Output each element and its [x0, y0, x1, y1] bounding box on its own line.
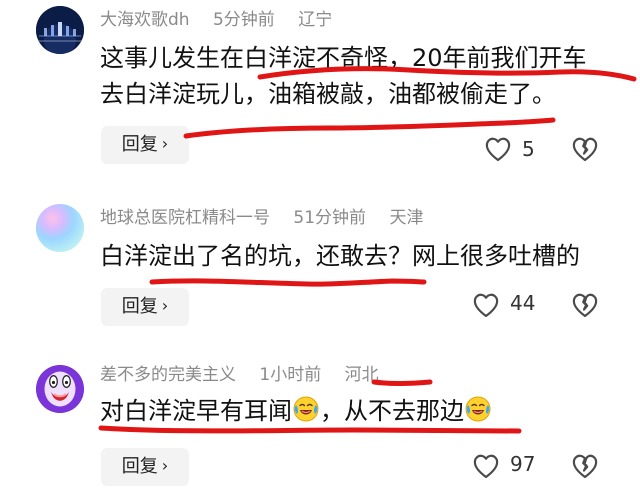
- username[interactable]: 差不多的完美主义: [100, 365, 236, 385]
- location: 河北: [344, 365, 379, 385]
- heart-outline-icon[interactable]: [482, 133, 514, 165]
- comment-text: 对白洋淀早有耳闻 ，从不去那边: [100, 393, 620, 429]
- night-city-avatar[interactable]: [36, 6, 84, 54]
- comment-meta: 地球总医院杠精科一号 51分钟前 天津: [100, 206, 441, 230]
- username[interactable]: 地球总医院杠精科一号: [100, 208, 270, 228]
- gradient-avatar[interactable]: [36, 204, 84, 252]
- reply-button[interactable]: 回复 ›: [101, 448, 189, 486]
- broken-heart-icon[interactable]: [569, 450, 601, 482]
- broken-heart-icon[interactable]: [569, 133, 601, 165]
- heart-outline-icon[interactable]: [470, 289, 502, 321]
- laughing-crying-emoji-icon: [465, 396, 491, 422]
- reply-button[interactable]: 回复 ›: [101, 126, 189, 164]
- chevron-right-icon: ›: [161, 134, 169, 153]
- chevron-right-icon: ›: [161, 456, 169, 475]
- broken-heart-icon[interactable]: [569, 289, 601, 321]
- timestamp: 5分钟前: [212, 10, 275, 30]
- timestamp: 1小时前: [259, 365, 322, 385]
- reply-button[interactable]: 回复 ›: [101, 288, 189, 326]
- location: 辽宁: [298, 10, 333, 30]
- chevron-right-icon: ›: [161, 296, 169, 315]
- comment-text-line: 去白洋淀玩儿，油箱被敲，油都被偷走了。: [100, 80, 556, 108]
- like-count: 5: [522, 137, 535, 161]
- reply-label: 回复: [121, 134, 158, 155]
- laughing-crying-emoji-icon: [293, 396, 319, 422]
- reply-label: 回复: [121, 296, 158, 317]
- comment-meta: 差不多的完美主义 1小时前 河北: [100, 363, 397, 387]
- heart-outline-icon[interactable]: [470, 450, 502, 482]
- comment-meta: 大海欢歌dh 5分钟前 辽宁: [100, 8, 350, 32]
- username[interactable]: 大海欢歌dh: [100, 10, 190, 30]
- comment-list: 大海欢歌dh 5分钟前 辽宁 这事儿发生在白洋淀不奇怪，20年前我们开车 去白洋…: [0, 0, 640, 498]
- comment-text: 白洋淀出了名的坑，还敢去？网上很多吐槽的: [100, 238, 620, 274]
- screaming-purple-avatar[interactable]: [36, 365, 84, 413]
- location: 天津: [389, 208, 424, 228]
- comment-text: 这事儿发生在白洋淀不奇怪，20年前我们开车 去白洋淀玩儿，油箱被敲，油都被偷走了…: [100, 40, 620, 112]
- red-underline-annotation: [149, 278, 427, 287]
- like-count: 44: [510, 291, 536, 315]
- comment-text-part: 对白洋淀早有耳闻: [100, 397, 292, 425]
- timestamp: 51分钟前: [293, 208, 367, 228]
- comment-text-line: 白洋淀出了名的坑，还敢去？网上很多吐槽的: [100, 242, 580, 270]
- comment-text-part: ，从不去那边: [320, 397, 464, 425]
- like-count: 97: [510, 452, 536, 476]
- reply-label: 回复: [121, 456, 158, 477]
- comment-text-line: 这事儿发生在白洋淀不奇怪，20年前我们开车: [100, 44, 587, 72]
